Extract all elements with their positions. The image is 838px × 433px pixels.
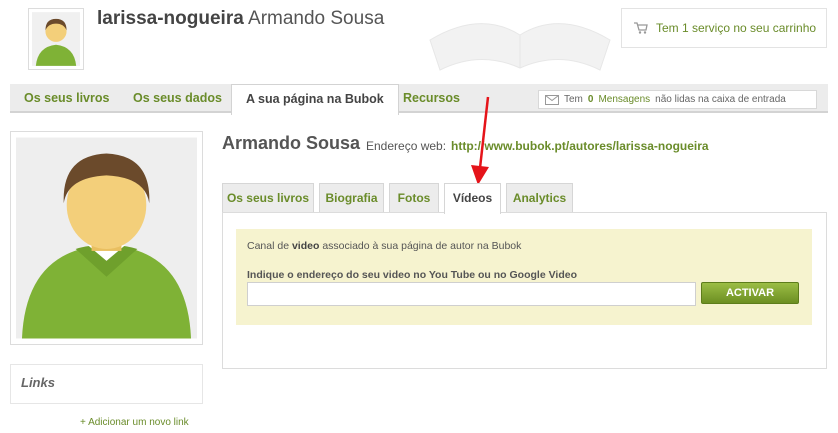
video-desc-suffix: associado à sua página de autor na Bubok [322, 240, 522, 252]
web-address-label: Endereço web: [366, 139, 447, 153]
profile-avatar-image [16, 137, 197, 339]
header: larissa-nogueira Armando Sousa Tem 1 ser… [0, 0, 838, 84]
video-description: Canal de video associado à sua página de… [247, 240, 521, 252]
inbox-count: 0 [587, 94, 594, 105]
video-url-label: Indique o endereço do seu video no You T… [247, 269, 577, 281]
video-desc-bold: video [291, 240, 320, 252]
inbox-notice[interactable]: Tem 0 Mensagens não lidas na caixa de en… [538, 90, 817, 109]
links-title: Links [21, 375, 55, 390]
videos-panel: Canal de video associado à sua página de… [222, 212, 827, 369]
video-desc-prefix: Canal de [247, 240, 290, 252]
inbox-messages-link[interactable]: Mensagens [598, 94, 650, 105]
envelope-icon [545, 94, 559, 105]
nav-item-books[interactable]: Os seus livros [24, 84, 109, 113]
user-full-name: Armando Sousa [248, 8, 385, 29]
author-name: Armando Sousa [222, 133, 361, 153]
web-address-link[interactable]: http://www.bubok.pt/autores/larissa-nogu… [451, 139, 709, 153]
inbox-prefix: Tem [564, 94, 583, 105]
avatar-image [32, 12, 80, 66]
video-form: Canal de video associado à sua página de… [236, 229, 812, 325]
user-login: larissa-nogueira [97, 8, 244, 29]
tab-videos[interactable]: Vídeos [444, 183, 501, 214]
tab-biography[interactable]: Biografia [319, 183, 384, 213]
tab-books[interactable]: Os seus livros [222, 183, 314, 213]
nav-item-data[interactable]: Os seus dados [133, 84, 222, 113]
links-panel: Links [10, 364, 203, 404]
open-book-watermark [429, 23, 611, 71]
profile-photo[interactable] [10, 131, 203, 345]
shopping-cart-icon [634, 22, 648, 34]
tab-analytics[interactable]: Analytics [506, 183, 573, 213]
avatar[interactable] [28, 8, 84, 70]
inbox-suffix: não lidas na caixa de entrada [655, 94, 786, 105]
tab-photos[interactable]: Fotos [389, 183, 439, 213]
video-url-input[interactable] [247, 282, 696, 306]
cart-text: Tem 1 serviço no seu carrinho [656, 21, 817, 35]
nav-item-resources[interactable]: Recursos [403, 84, 460, 113]
page-title: larissa-nogueira Armando Sousa [97, 8, 384, 30]
cart-link[interactable]: Tem 1 serviço no seu carrinho [621, 8, 827, 48]
activate-button[interactable]: ACTIVAR [701, 282, 799, 304]
add-link-button[interactable]: + Adicionar um novo link [80, 417, 189, 428]
nav-item-author-page[interactable]: A sua página na Bubok [231, 84, 399, 115]
